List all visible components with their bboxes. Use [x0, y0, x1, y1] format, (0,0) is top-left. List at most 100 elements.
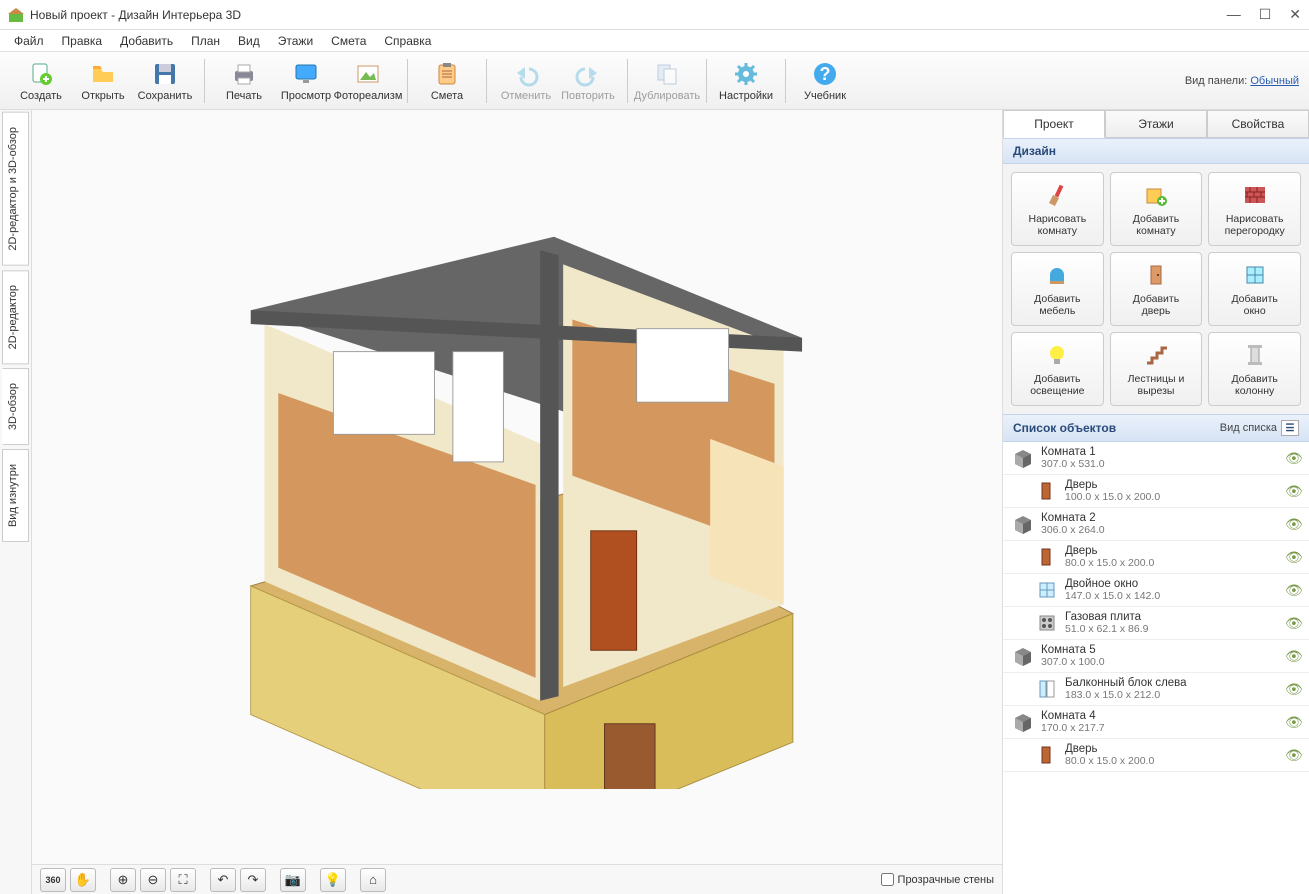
viewport-360-button[interactable]: 360 — [40, 868, 66, 892]
room-icon — [1011, 446, 1035, 470]
viewport-rotate-left-button[interactable]: ↶ — [210, 868, 236, 892]
left-view-tabs: 2D-редактор и 3D-обзор 2D-редактор 3D-обзо… — [0, 110, 32, 894]
menu-файл[interactable]: Файл — [8, 32, 50, 50]
visibility-toggle[interactable]: 👁 — [1285, 549, 1301, 566]
create-button[interactable]: Создать — [10, 56, 72, 106]
rp-tab-project[interactable]: Проект — [1003, 110, 1105, 138]
visibility-toggle[interactable]: 👁 — [1285, 714, 1301, 731]
minimize-button[interactable]: — — [1227, 6, 1241, 23]
stove-icon — [1035, 611, 1059, 635]
object-item[interactable]: Дверь80.0 x 15.0 x 200.0👁 — [1003, 739, 1309, 772]
room-icon — [1011, 710, 1035, 734]
duplicate-button: Дублировать — [636, 56, 698, 106]
menu-добавить[interactable]: Добавить — [114, 32, 179, 50]
view-tab-3d[interactable]: 3D-обзор — [2, 368, 29, 445]
help-icon: ? — [811, 60, 839, 88]
titlebar: Новый проект - Дизайн Интерьера 3D — ☐ ✕ — [0, 0, 1309, 30]
visibility-toggle[interactable]: 👁 — [1285, 516, 1301, 533]
print-button[interactable]: Печать — [213, 56, 275, 106]
rp-tab-floors[interactable]: Этажи — [1105, 110, 1207, 138]
visibility-toggle[interactable]: 👁 — [1285, 450, 1301, 467]
maximize-button[interactable]: ☐ — [1259, 6, 1272, 23]
3d-canvas[interactable] — [32, 110, 1002, 864]
svg-text:?: ? — [820, 64, 831, 84]
rp-tab-props[interactable]: Свойства — [1207, 110, 1309, 138]
picture-icon — [354, 60, 382, 88]
view-tab-2d3d[interactable]: 2D-редактор и 3D-обзор — [2, 112, 29, 266]
object-item[interactable]: Комната 1307.0 x 531.0👁 — [1003, 442, 1309, 475]
add-light-button[interactable]: Добавитьосвещение — [1011, 332, 1104, 406]
object-item[interactable]: Комната 4170.0 x 217.7👁 — [1003, 706, 1309, 739]
undo-button: Отменить — [495, 56, 557, 106]
redo-button: Повторить — [557, 56, 619, 106]
transparent-walls-checkbox[interactable]: Прозрачные стены — [881, 873, 994, 886]
close-button[interactable]: ✕ — [1289, 6, 1301, 23]
panel-mode-link[interactable]: Обычный — [1250, 75, 1299, 87]
menubar: Файл Правка Добавить План Вид Этажи Смета Справ… — [0, 30, 1309, 52]
object-list: Комната 1307.0 x 531.0👁Дверь100.0 x 15.0… — [1003, 442, 1309, 894]
tutorial-button[interactable]: ?Учебник — [794, 56, 856, 106]
add-window-button[interactable]: Добавитьокно — [1208, 252, 1301, 326]
viewport: 360✋ ⊕⊖⛶ ↶↷ 📷 💡 ⌂ Прозрачные стены — [32, 110, 1003, 894]
draw-partition-button[interactable]: Нарисоватьперегородку — [1208, 172, 1301, 246]
object-item[interactable]: Двойное окно147.0 x 15.0 x 142.0👁 — [1003, 574, 1309, 607]
object-item[interactable]: Комната 5307.0 x 100.0👁 — [1003, 640, 1309, 673]
viewport-zoom-in-button[interactable]: ⊕ — [110, 868, 136, 892]
wall-icon — [1241, 181, 1269, 209]
stairs-button[interactable]: Лестницы ивырезы — [1110, 332, 1203, 406]
visibility-toggle[interactable]: 👁 — [1285, 615, 1301, 632]
add-room-button[interactable]: Добавитькомнату — [1110, 172, 1203, 246]
panel-mode: Вид панели: Обычный — [1185, 75, 1299, 87]
list-view-toggle[interactable]: ☰ — [1281, 420, 1299, 436]
visibility-toggle[interactable]: 👁 — [1285, 747, 1301, 764]
viewport-home-button[interactable]: ⌂ — [360, 868, 386, 892]
visibility-toggle[interactable]: 👁 — [1285, 648, 1301, 665]
viewport-zoom-out-button[interactable]: ⊖ — [140, 868, 166, 892]
design-section-header: Дизайн — [1003, 138, 1309, 164]
add-furniture-button[interactable]: Добавитьмебель — [1011, 252, 1104, 326]
visibility-toggle[interactable]: 👁 — [1285, 582, 1301, 599]
right-panel: ПроектЭтажиСвойства Дизайн Нарисоватьком… — [1003, 110, 1309, 894]
menu-вид[interactable]: Вид — [232, 32, 266, 50]
photoreal-button[interactable]: Фотореализм — [337, 56, 399, 106]
object-item[interactable]: Балконный блок слева183.0 x 15.0 x 212.0… — [1003, 673, 1309, 706]
visibility-toggle[interactable]: 👁 — [1285, 483, 1301, 500]
menu-смета[interactable]: Смета — [325, 32, 372, 50]
app-icon — [8, 7, 24, 23]
view-tab-inside[interactable]: Вид изнутри — [2, 449, 29, 542]
design-section: НарисоватькомнатуДобавитькомнатуНарисова… — [1003, 164, 1309, 414]
object-item[interactable]: Дверь80.0 x 15.0 x 200.0👁 — [1003, 541, 1309, 574]
viewport-snapshot-button[interactable]: 📷 — [280, 868, 306, 892]
door-icon — [1035, 743, 1059, 767]
add-column-button[interactable]: Добавитьколонну — [1208, 332, 1301, 406]
menu-план[interactable]: План — [185, 32, 226, 50]
door-icon — [1035, 545, 1059, 569]
preview-button[interactable]: Просмотр — [275, 56, 337, 106]
viewport-rotate-right-button[interactable]: ↷ — [240, 868, 266, 892]
object-item[interactable]: Дверь100.0 x 15.0 x 200.0👁 — [1003, 475, 1309, 508]
door-icon — [1035, 479, 1059, 503]
gear-icon — [732, 60, 760, 88]
toolbar: СоздатьОткрытьСохранить ПечатьПросмотрФот… — [0, 52, 1309, 110]
viewport-pan-button[interactable]: ✋ — [70, 868, 96, 892]
menu-справка[interactable]: Справка — [378, 32, 437, 50]
viewport-fit-button[interactable]: ⛶ — [170, 868, 196, 892]
viewport-bulb-button[interactable]: 💡 — [320, 868, 346, 892]
add-door-button[interactable]: Добавитьдверь — [1110, 252, 1203, 326]
object-item[interactable]: Газовая плита51.0 x 62.1 x 86.9👁 — [1003, 607, 1309, 640]
open-button[interactable]: Открыть — [72, 56, 134, 106]
menu-правка[interactable]: Правка — [56, 32, 109, 50]
estimate-button[interactable]: Смета — [416, 56, 478, 106]
stairs-icon — [1142, 341, 1170, 369]
copy-icon — [653, 60, 681, 88]
undo-icon — [512, 60, 540, 88]
object-item[interactable]: Комната 2306.0 x 264.0👁 — [1003, 508, 1309, 541]
save-button[interactable]: Сохранить — [134, 56, 196, 106]
file-new-icon — [27, 60, 55, 88]
settings-button[interactable]: Настройки — [715, 56, 777, 106]
draw-room-button[interactable]: Нарисоватькомнату — [1011, 172, 1104, 246]
visibility-toggle[interactable]: 👁 — [1285, 681, 1301, 698]
right-panel-tabs: ПроектЭтажиСвойства — [1003, 110, 1309, 138]
view-tab-2d[interactable]: 2D-редактор — [2, 270, 29, 364]
menu-этажи[interactable]: Этажи — [272, 32, 319, 50]
